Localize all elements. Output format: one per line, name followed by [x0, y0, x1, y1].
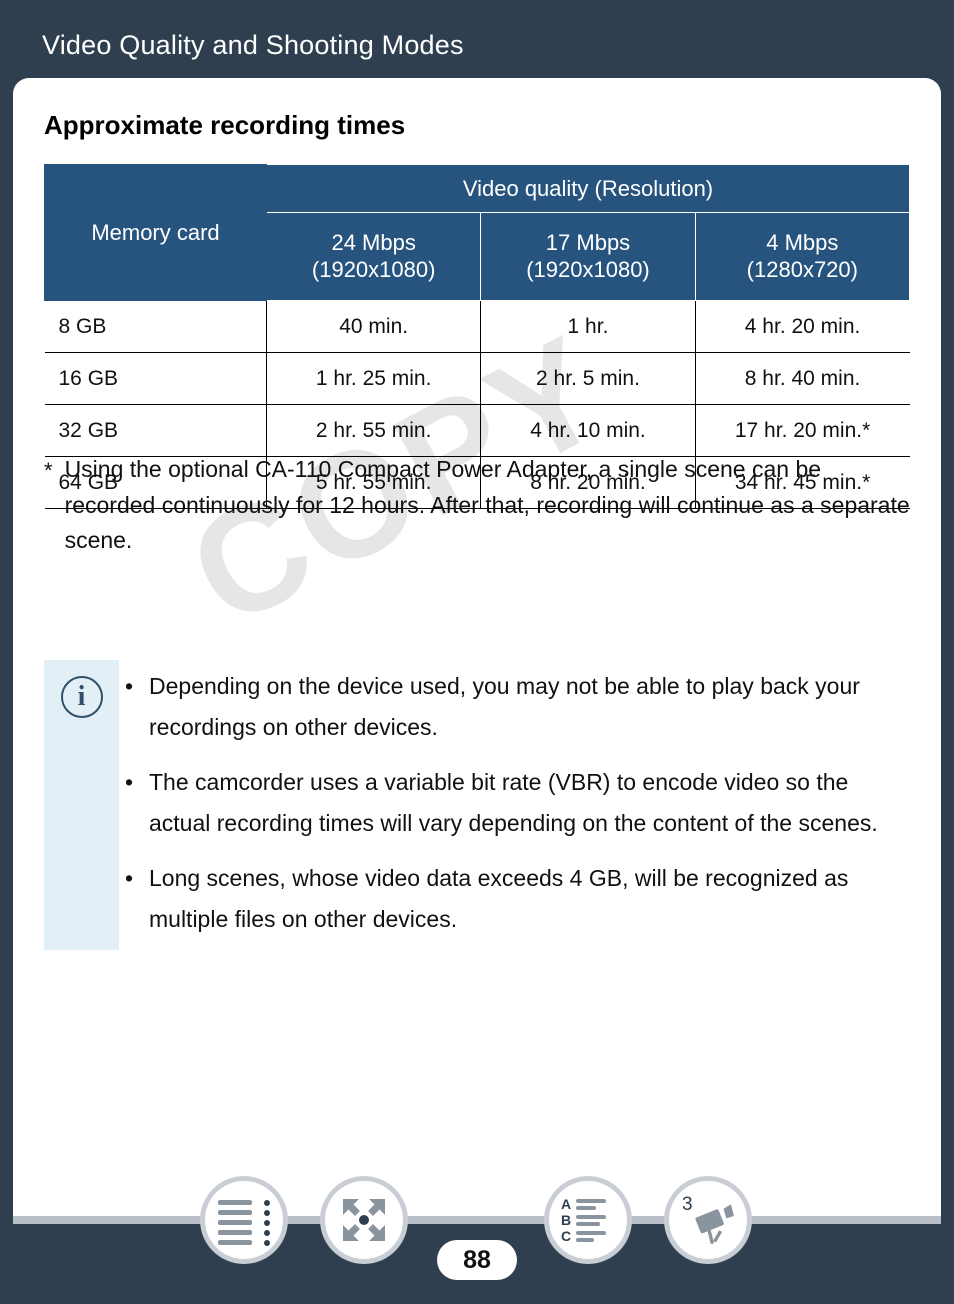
header-memory-card: Memory card [44, 164, 267, 301]
expand-view-button[interactable] [320, 1176, 408, 1264]
cell-16gb-4mbps: 8 hr. 40 min. [694, 352, 910, 405]
header-column-3-resolution: (1280x720) [746, 256, 858, 282]
info-icon: i [60, 676, 103, 718]
info-note: i Depending on the device used, you may … [44, 660, 910, 950]
svg-text:B: B [561, 1212, 571, 1228]
chapter-number: 3 [682, 1194, 693, 1215]
content-card: COPY Approximate recording times Memory … [13, 78, 941, 1223]
cell-card-8gb: 8 GB [44, 300, 267, 353]
table-row: 8 GB 40 min. 1 hr. 4 hr. 20 min. [44, 300, 910, 353]
info-note-body: Depending on the device used, you may no… [119, 660, 910, 950]
info-note-sidebar: i [44, 660, 119, 950]
header-column-1-rate: 24 Mbps [331, 229, 416, 255]
cell-8gb-4mbps: 4 hr. 20 min. [694, 300, 910, 353]
cell-16gb-17mbps: 2 hr. 5 min. [480, 352, 696, 405]
table-header-row-1: Memory card Video quality (Resolution) [44, 164, 910, 301]
chapter-camcorder-icon: 3 [682, 1194, 734, 1245]
header-column-2-rate: 17 Mbps [545, 229, 631, 255]
footnote: * Using the optional CA-110 Compact Powe… [44, 452, 910, 559]
footnote-text: Using the optional CA-110 Compact Power … [64, 456, 910, 554]
footer-divider-bar [13, 1216, 941, 1224]
chapter-button[interactable]: 3 [664, 1176, 752, 1264]
table-of-contents-icon [218, 1196, 270, 1246]
footnote-marker: * [44, 458, 53, 483]
header-column-3-rate: 4 Mbps [766, 229, 839, 255]
section-heading: Approximate recording times [44, 110, 406, 140]
info-note-list: Depending on the device used, you may no… [119, 666, 910, 940]
page-number-badge: 88 [437, 1240, 517, 1280]
header-column-2-resolution: (1920x1080) [526, 256, 650, 282]
table-row: 32 GB 2 hr. 55 min. 4 hr. 10 min. 17 hr.… [44, 404, 910, 457]
header-column-1-resolution: (1920x1080) [311, 256, 436, 282]
alphabetical-index-icon: A B C [561, 1196, 606, 1244]
manual-page: Video Quality and Shooting Modes COPY Ap… [0, 0, 954, 1304]
table-row: 16 GB 1 hr. 25 min. 2 hr. 5 min. 8 hr. 4… [44, 352, 910, 405]
header-column-1: 24 Mbps (1920x1080) [265, 212, 482, 301]
header-column-2: 17 Mbps (1920x1080) [480, 212, 696, 301]
list-item: Long scenes, whose video data exceeds 4 … [119, 858, 910, 940]
cell-16gb-24mbps: 1 hr. 25 min. [265, 352, 481, 405]
cell-32gb-4mbps: 17 hr. 20 min.* [694, 404, 910, 457]
cell-8gb-17mbps: 1 hr. [480, 300, 696, 353]
alphabetical-index-button[interactable]: A B C [544, 1176, 632, 1264]
cell-card-16gb: 16 GB [44, 352, 267, 405]
list-item: The camcorder uses a variable bit rate (… [119, 762, 910, 844]
header-column-3: 4 Mbps (1280x720) [694, 212, 911, 301]
table-of-contents-button[interactable] [200, 1176, 288, 1264]
cell-card-32gb: 32 GB [44, 404, 267, 457]
cell-8gb-24mbps: 40 min. [265, 300, 481, 353]
cell-32gb-24mbps: 2 hr. 55 min. [265, 404, 481, 457]
svg-text:A: A [561, 1196, 571, 1212]
list-item: Depending on the device used, you may no… [119, 666, 910, 748]
svg-text:C: C [561, 1228, 571, 1244]
cell-32gb-17mbps: 4 hr. 10 min. [480, 404, 696, 457]
header-video-quality: Video quality (Resolution) [266, 164, 910, 213]
page-title: Video Quality and Shooting Modes [42, 30, 464, 60]
expand-arrows-icon [343, 1199, 385, 1241]
